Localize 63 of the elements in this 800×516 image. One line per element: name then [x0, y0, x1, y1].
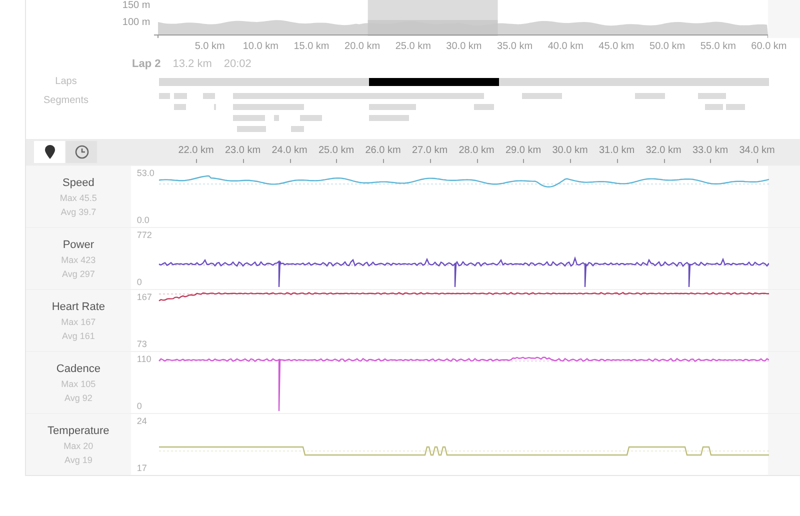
- axis-label: 30.0 km: [446, 40, 482, 54]
- stream-max: Max 105: [61, 378, 96, 391]
- lap-time: 20:02: [224, 56, 252, 72]
- axis-label: 772: [136, 231, 152, 240]
- axis-label: 22.0 km: [178, 146, 214, 156]
- axis-label: 26.0 km: [365, 146, 401, 156]
- stream-average: Avg 161: [62, 330, 95, 343]
- axis-label: 5.0 km: [194, 40, 225, 54]
- stream-average: Avg 19: [64, 454, 92, 467]
- axis-label: 73: [136, 340, 147, 349]
- stream-average: Avg 92: [64, 392, 92, 405]
- axis-label: 27.0 km: [412, 146, 448, 156]
- time-axis-button[interactable]: [66, 141, 97, 163]
- axis-label: 23.0 km: [224, 146, 261, 156]
- side-panel: [768, 0, 800, 38]
- axis-label: 110: [136, 355, 152, 364]
- lap-distance: 13.2 km: [172, 56, 212, 72]
- axis-label: 25.0 km: [395, 40, 431, 54]
- axis-label: 33.0 km: [692, 146, 728, 156]
- stream-max: Max 20: [64, 440, 94, 453]
- stream-name: Temperature: [48, 424, 110, 438]
- axis-label: 100 m: [122, 18, 150, 28]
- axis-label: 45.0 km: [598, 40, 634, 54]
- axis-label: 34.0 km: [739, 146, 775, 156]
- axis-label: 15.0 km: [294, 40, 330, 54]
- axis-label: 0: [136, 278, 142, 287]
- stream-average: Avg 297: [62, 268, 95, 281]
- axis-label: 10.0 km: [242, 40, 278, 54]
- axis-label: 30.0 km: [552, 146, 588, 156]
- axis-label: 28.0 km: [458, 146, 494, 156]
- axis-label: 53.0: [136, 169, 154, 178]
- stream-max: Max 167: [61, 316, 96, 329]
- axis-label: 32.0 km: [646, 146, 682, 156]
- axis-label: 50.0 km: [650, 40, 686, 54]
- axis-label: 0.0: [136, 216, 150, 225]
- row-label: Laps: [54, 75, 78, 89]
- axis-label: 25.0 km: [318, 146, 354, 156]
- row-label: Segments: [42, 94, 90, 108]
- distance-axis-button[interactable]: [34, 141, 65, 163]
- axis-label: 150 m: [122, 1, 150, 11]
- axis-label: 20.0 km: [344, 40, 380, 54]
- axis-label: 0: [136, 402, 142, 411]
- stream-name: Heart Rate: [52, 300, 106, 314]
- lap-name: Lap 2: [132, 56, 161, 72]
- stream-name: Power: [62, 238, 94, 252]
- axis-label: 35.0 km: [497, 40, 533, 54]
- axis-label: 60.0 km: [751, 40, 787, 54]
- axis-label: 31.0 km: [598, 146, 635, 156]
- axis-label: 55.0 km: [700, 40, 736, 54]
- axis-label: 40.0 km: [548, 40, 584, 54]
- axis-label: 17: [136, 464, 147, 473]
- stream-max: Max 45.5: [60, 192, 97, 205]
- axis-label: 24.0 km: [272, 146, 308, 156]
- clock-icon: [74, 145, 88, 159]
- stream-name: Cadence: [56, 362, 100, 376]
- axis-label: 29.0 km: [505, 146, 542, 156]
- lap-bar[interactable]: [368, 78, 499, 86]
- stream-name: Speed: [62, 176, 94, 190]
- axis-label: 24: [136, 417, 147, 426]
- map-pin-icon: [44, 145, 54, 159]
- axis-label: 167: [136, 293, 152, 302]
- stream-max: Max 423: [61, 254, 96, 267]
- stream-average: Avg 39.7: [60, 206, 96, 219]
